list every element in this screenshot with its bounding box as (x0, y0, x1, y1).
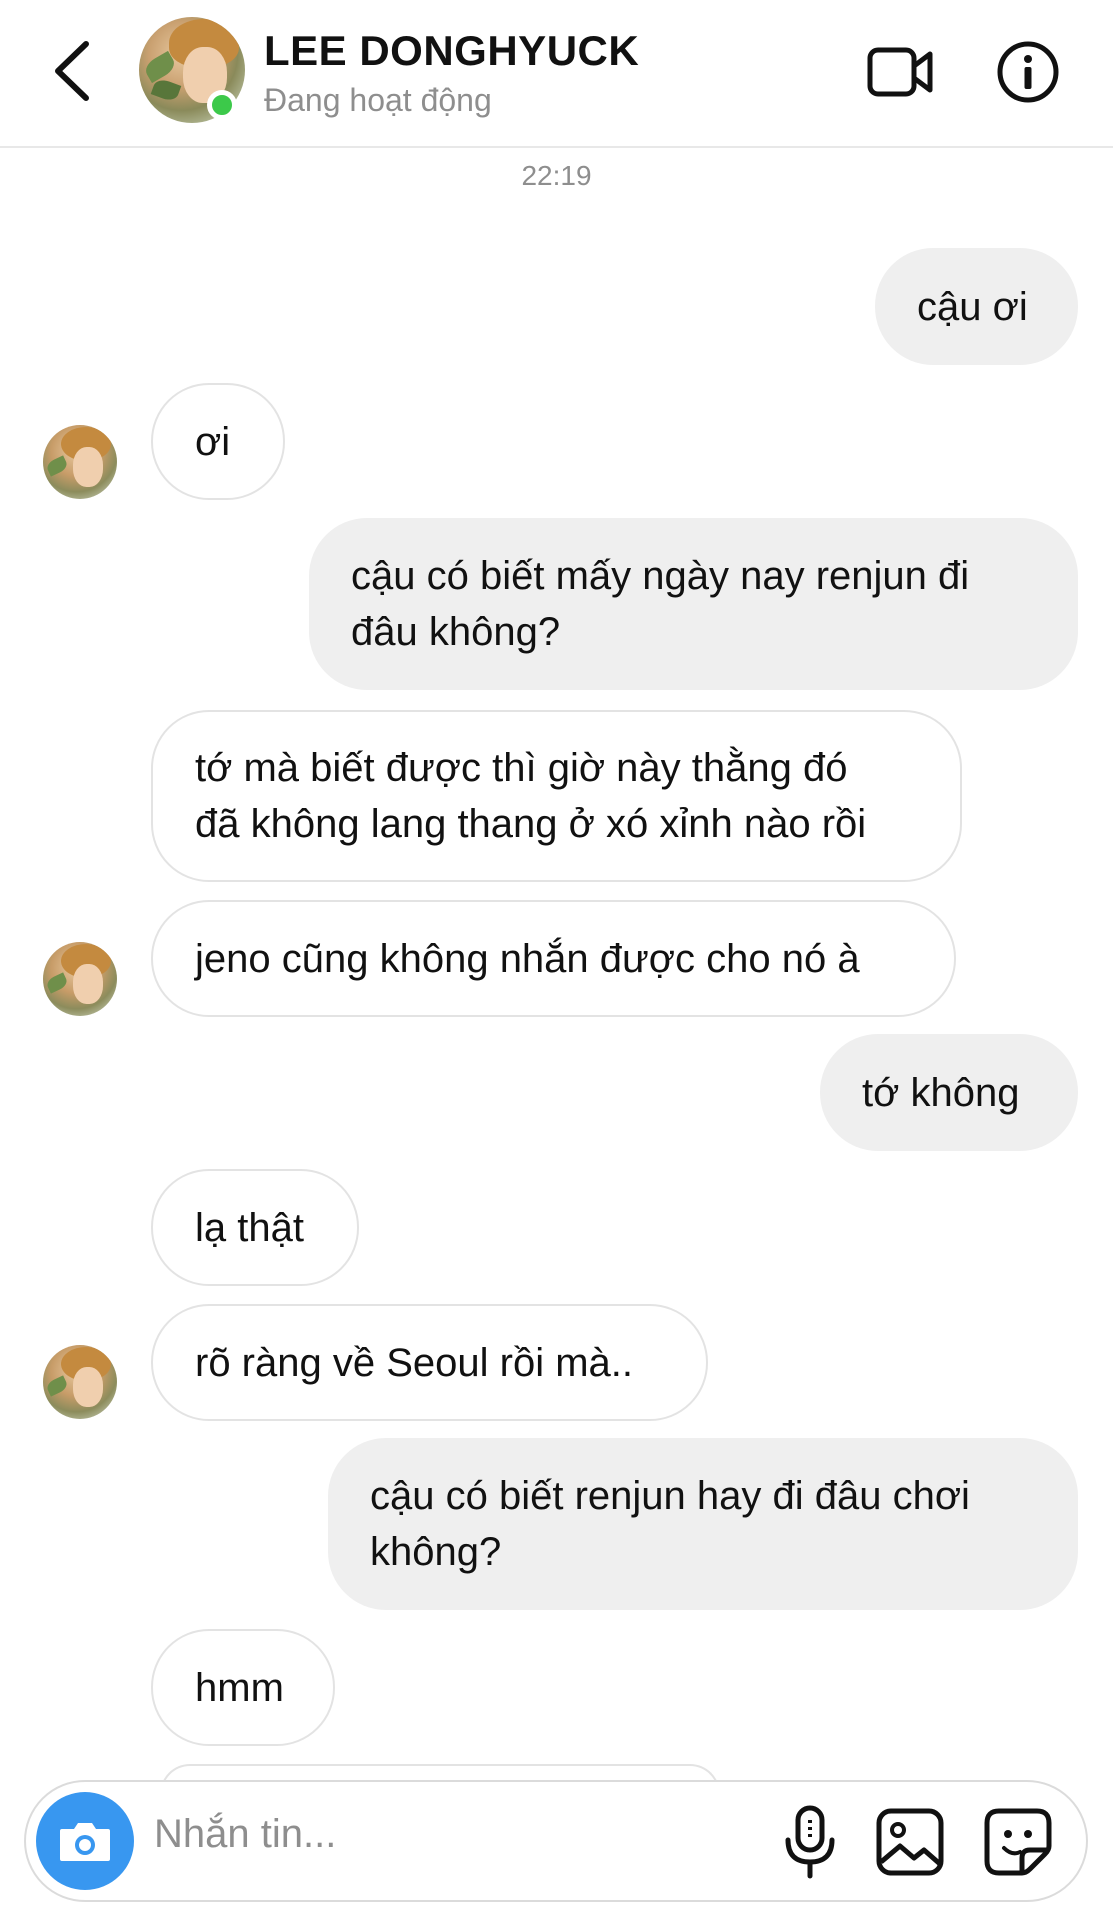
message-text: ơi (195, 419, 231, 464)
message-text: cậu ơi (917, 284, 1028, 329)
contact-avatar-small[interactable] (43, 942, 117, 1016)
incoming-message[interactable]: rõ ràng về Seoul rồi mà.. (151, 1304, 708, 1421)
message-text: lạ thật (195, 1205, 304, 1250)
incoming-message[interactable]: jeno cũng không nhắn được cho nó à (151, 900, 956, 1017)
outgoing-message[interactable]: cậu ơi (875, 248, 1078, 365)
camera-icon (60, 1823, 110, 1861)
outgoing-message[interactable]: cậu có biết renjun hay đi đâu chơi không… (328, 1438, 1078, 1610)
incoming-message[interactable]: ơi (151, 383, 285, 500)
contact-status: Đang hoạt động (264, 82, 492, 118)
back-arrow-icon[interactable] (48, 38, 98, 104)
info-icon[interactable] (996, 40, 1060, 104)
chat-header: LEE DONGHYUCK Đang hoạt động (0, 0, 1113, 148)
online-status-dot (207, 90, 237, 120)
message-text-line: tớ mà biết được thì giờ này thằng đó (195, 746, 848, 790)
incoming-message[interactable]: hmm (151, 1629, 335, 1746)
message-text: jeno cũng không nhắn được cho nó à (195, 936, 860, 981)
outgoing-message[interactable]: tớ không (820, 1034, 1078, 1151)
gallery-icon[interactable] (874, 1806, 946, 1878)
contact-name[interactable]: LEE DONGHYUCK (264, 27, 639, 75)
message-text-line: cậu có biết renjun hay đi đâu chơi (370, 1474, 970, 1518)
message-composer: Nhắn tin... (24, 1780, 1088, 1902)
message-text: tớ không (862, 1070, 1020, 1115)
contact-avatar-small[interactable] (43, 425, 117, 499)
message-text-line: đâu không? (351, 610, 561, 654)
message-text-line: cậu có biết mấy ngày nay renjun đi (351, 554, 970, 598)
camera-button[interactable] (36, 1792, 134, 1890)
message-text-line: đã không lang thang ở xó xỉnh nào rồi (195, 802, 867, 846)
video-camera-icon[interactable] (866, 44, 936, 100)
message-text: rõ ràng về Seoul rồi mà.. (195, 1340, 633, 1385)
contact-avatar-small[interactable] (43, 1345, 117, 1419)
incoming-message[interactable]: lạ thật (151, 1169, 359, 1286)
message-input[interactable]: Nhắn tin... (154, 1812, 336, 1857)
message-timestamp: 22:19 (521, 160, 592, 191)
message-text: hmm (195, 1665, 284, 1710)
outgoing-message[interactable]: cậu có biết mấy ngày nay renjun đi đâu k… (309, 518, 1078, 690)
message-text-line: không? (370, 1530, 502, 1574)
incoming-message[interactable]: tớ mà biết được thì giờ này thằng đó đã … (151, 710, 962, 882)
microphone-icon[interactable] (780, 1804, 840, 1880)
sticker-icon[interactable] (982, 1806, 1054, 1878)
